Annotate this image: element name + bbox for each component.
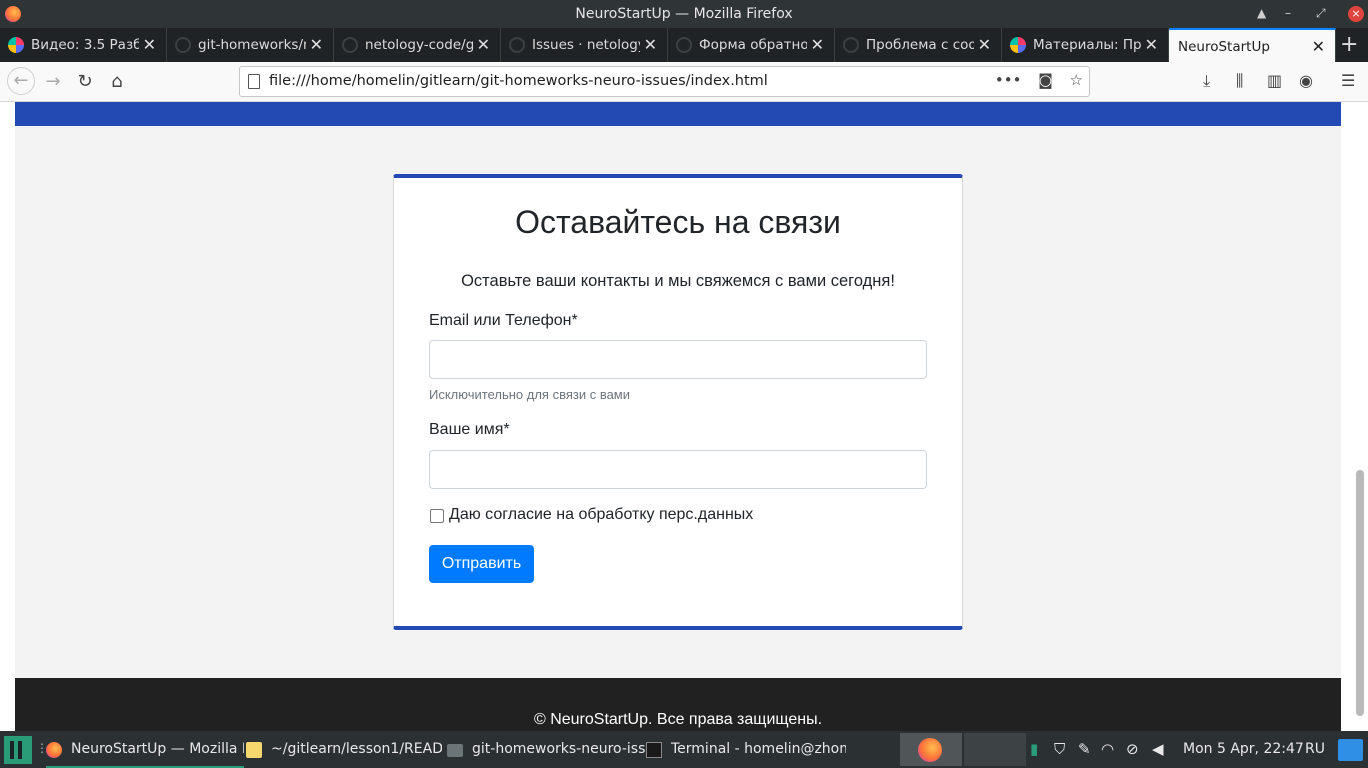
more-icon[interactable]: •••: [995, 71, 1022, 89]
contact-label: Email или Телефон*: [429, 312, 578, 329]
close-tab-icon[interactable]: ✕: [978, 35, 991, 54]
contact-form-card: Оставайтесь на связи Оставьте ваши конта…: [393, 174, 963, 630]
minimize-button[interactable]: –: [1285, 6, 1291, 20]
github-icon: [342, 37, 358, 53]
terminal-icon: [646, 742, 662, 758]
navigation-toolbar: ← → ↻ ⌂ file:///home/homelin/gitlearn/gi…: [0, 62, 1368, 102]
tab-feedback-form[interactable]: Форма обратной ✕: [668, 28, 835, 62]
pocket-icon[interactable]: ◙: [1038, 71, 1053, 89]
taskbar: ⋮ NeuroStartUp — Mozilla Fi... ~/gitlear…: [0, 731, 1368, 768]
tab-issues[interactable]: Issues · netology ✕: [501, 28, 668, 62]
taskbar-item-label: git-homeworks-neuro-issu...: [472, 741, 645, 757]
submit-button[interactable]: Отправить: [429, 545, 534, 583]
close-tab-icon[interactable]: ✕: [644, 35, 657, 54]
close-tab-icon[interactable]: ✕: [1145, 35, 1158, 54]
page-scrollbar[interactable]: [1356, 470, 1364, 716]
tab-label: Форма обратной: [699, 37, 807, 53]
form-lead-text: Оставьте ваши контакты и мы свяжемся с в…: [461, 272, 895, 290]
tab-netology-code[interactable]: netology-code/gi ✕: [334, 28, 501, 62]
github-icon: [843, 37, 859, 53]
new-tab-button[interactable]: +: [1340, 32, 1358, 57]
tab-label: Материалы: Пре: [1033, 37, 1141, 53]
url-text[interactable]: file:///home/homelin/gitlearn/git-homewo…: [269, 73, 768, 89]
close-tab-icon[interactable]: ✕: [1312, 37, 1325, 56]
home-icon[interactable]: ⌂: [104, 69, 130, 95]
clock[interactable]: Mon 5 Apr, 22:47: [1183, 741, 1304, 757]
taskbar-item-files[interactable]: git-homeworks-neuro-issu...: [447, 731, 645, 768]
taskbar-item-label: NeuroStartUp — Mozilla Fi...: [71, 741, 244, 757]
forward-icon[interactable]: →: [40, 69, 66, 95]
close-tab-icon[interactable]: ✕: [811, 35, 824, 54]
system-monitor-icon[interactable]: ▮: [1030, 740, 1038, 758]
window-title: NeuroStartUp — Mozilla Firefox: [575, 6, 793, 22]
account-icon[interactable]: ◉: [1299, 71, 1313, 90]
wifi-icon[interactable]: ◠: [1101, 740, 1114, 758]
close-tab-icon[interactable]: ✕: [310, 35, 323, 54]
consent-label[interactable]: Даю согласие на обработку перс.данных: [449, 506, 753, 524]
maximize-button[interactable]: ⤢: [1316, 6, 1326, 21]
tab-git-homeworks[interactable]: git-homeworks/n ✕: [167, 28, 334, 62]
tab-neurostartup[interactable]: NeuroStartUp ✕: [1169, 28, 1336, 62]
page-viewport: Оставайтесь на связи Оставьте ваши конта…: [0, 102, 1368, 731]
workspace-2[interactable]: [964, 733, 1026, 766]
tab-strip: Видео: 3.5 Разбор ✕ git-homeworks/n ✕ ne…: [0, 28, 1368, 62]
tab-label: NeuroStartUp: [1178, 39, 1270, 55]
firefox-icon: [918, 738, 942, 762]
consent-checkbox[interactable]: [430, 509, 444, 523]
close-tab-icon[interactable]: ✕: [477, 35, 490, 54]
taskbar-item-label: Terminal - homelin@zhom...: [671, 741, 846, 757]
header-band: [15, 102, 1341, 126]
address-bar[interactable]: file:///home/homelin/gitlearn/git-homewo…: [239, 66, 1090, 97]
shield-icon[interactable]: ⛉: [1054, 740, 1065, 758]
download-icon[interactable]: ⤓: [1203, 71, 1210, 91]
tab-video[interactable]: Видео: 3.5 Разбор ✕: [0, 28, 167, 62]
volume-icon[interactable]: ◀: [1152, 740, 1164, 758]
footer-copyright: © NeuroStartUp. Все права защищены.: [533, 711, 823, 728]
manjaro-menu-icon[interactable]: [4, 736, 32, 764]
name-input[interactable]: [429, 450, 927, 489]
taskbar-item-editor[interactable]: ~/gitlearn/lesson1/READ...: [246, 731, 442, 768]
back-icon[interactable]: ←: [7, 67, 35, 95]
close-window-button[interactable]: ×: [1348, 6, 1364, 22]
keyboard-layout[interactable]: RU: [1305, 741, 1325, 757]
firefox-icon: [46, 742, 62, 758]
tab-problem[interactable]: Проблема с соот ✕: [835, 28, 1002, 62]
shade-window-button[interactable]: ▲: [1257, 6, 1266, 20]
window-titlebar: NeuroStartUp — Mozilla Firefox ▲ – ⤢ ×: [0, 0, 1368, 28]
page-icon: [248, 74, 260, 89]
clipboard-icon[interactable]: ✎: [1078, 740, 1091, 758]
taskbar-item-label: ~/gitlearn/lesson1/READ...: [271, 741, 442, 757]
reload-icon[interactable]: ↻: [72, 69, 98, 95]
text-editor-icon: [246, 742, 262, 758]
show-desktop-icon[interactable]: [1338, 739, 1363, 761]
workspace-1[interactable]: [900, 733, 962, 766]
page-body: Оставайтесь на связи Оставьте ваши конта…: [15, 102, 1341, 731]
folder-icon: [447, 744, 463, 757]
taskbar-item-firefox[interactable]: NeuroStartUp — Mozilla Fi...: [46, 731, 244, 768]
tab-label: Видео: 3.5 Разбор: [31, 37, 139, 53]
form-heading: Оставайтесь на связи: [515, 204, 841, 240]
notifications-off-icon[interactable]: ⊘: [1126, 740, 1139, 758]
name-label: Ваше имя*: [429, 421, 510, 438]
github-icon: [509, 37, 525, 53]
github-icon: [175, 37, 191, 53]
github-icon: [676, 37, 692, 53]
tab-label: netology-code/gi: [365, 37, 473, 53]
tab-materials[interactable]: Материалы: Пре ✕: [1002, 28, 1169, 62]
page-footer: © NeuroStartUp. Все права защищены.: [15, 678, 1341, 731]
close-tab-icon[interactable]: ✕: [143, 35, 156, 54]
contact-hint: Исключительно для связи с вами: [429, 387, 631, 402]
bookmark-star-icon[interactable]: ☆: [1070, 71, 1083, 89]
contact-input[interactable]: [429, 340, 927, 379]
menu-icon[interactable]: ☰: [1341, 71, 1355, 90]
library-icon[interactable]: ⫼: [1236, 71, 1243, 91]
multicolor-icon: [1010, 37, 1026, 53]
tab-label: git-homeworks/n: [198, 37, 306, 53]
multicolor-icon: [8, 37, 24, 53]
sidebar-icon[interactable]: ▥: [1267, 71, 1282, 90]
tab-label: Проблема с соот: [866, 37, 974, 53]
tab-label: Issues · netology: [532, 37, 640, 53]
taskbar-item-terminal[interactable]: Terminal - homelin@zhom...: [646, 731, 846, 768]
